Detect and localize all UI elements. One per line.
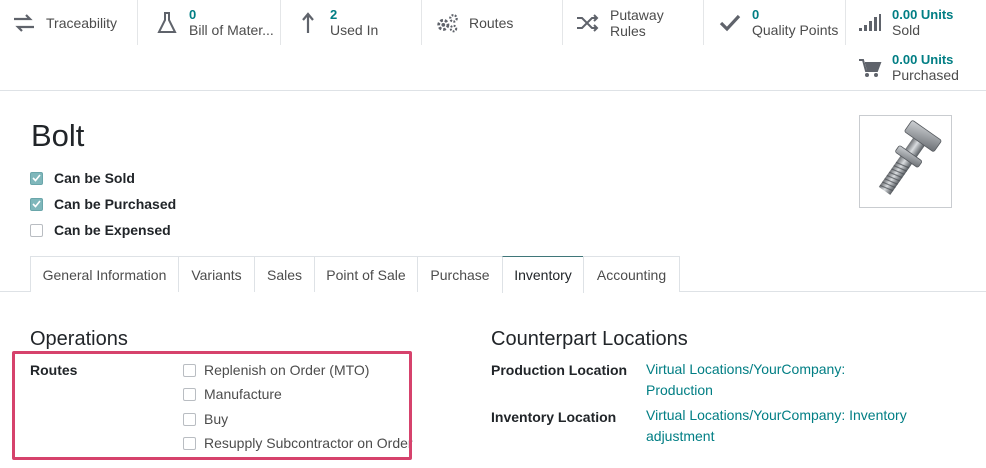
used-in-button[interactable]: 2 Used In [281,0,422,45]
cogs-icon [435,11,459,35]
counterpart-locations-title: Counterpart Locations [491,328,688,350]
checkbox-label: Can be Purchased [54,196,177,212]
can-be-sold-checkbox[interactable]: Can be Sold [30,169,135,187]
checkbox-label: Can be Sold [54,170,135,186]
route-resupply-subcontractor[interactable]: Resupply Subcontractor on Order [183,434,413,452]
production-location-label: Production Location [491,362,628,378]
checkbox-checked[interactable] [30,197,43,211]
checkbox-unchecked[interactable] [183,412,196,426]
level-up-icon [296,11,320,35]
putaway-label-line2: Rules [610,22,646,39]
sold-label: Sold [892,22,921,38]
bom-label: Bill of Mater... [189,22,274,38]
notebook-tabs: General Information Variants Sales Point… [0,256,986,293]
putaway-label-line1: Putaway [610,6,664,23]
checkbox-label: Can be Expensed [54,222,171,238]
product-name[interactable]: Bolt [31,118,84,154]
sold-button[interactable]: 0.00 Units Sold [846,0,986,45]
random-icon [576,11,600,35]
tab-inventory[interactable]: Inventory [502,256,584,293]
checkbox-unchecked[interactable] [30,223,43,237]
purchased-value: 0.00 Units [892,52,954,67]
tab-variants[interactable]: Variants [178,256,255,292]
routes-button[interactable]: Routes [422,0,563,45]
quality-label: Quality Points [752,22,839,38]
operations-title: Operations [30,328,128,350]
used-in-label: Used In [330,22,379,38]
route-label: Resupply Subcontractor on Order [204,435,413,451]
production-location-line1: Virtual Locations/YourCompany: [646,361,846,377]
checkbox-checked[interactable] [30,171,43,185]
tab-sales[interactable]: Sales [254,256,315,292]
checkbox-unchecked[interactable] [183,387,196,401]
tab-general-information[interactable]: General Information [30,256,179,292]
purchased-label: Purchased [892,67,959,83]
routes-label: Routes [469,14,514,31]
quality-count: 0 [752,7,760,22]
production-location-link[interactable]: Virtual Locations/YourCompany: Productio… [646,359,845,401]
inventory-location-line2: adjustment [646,428,715,444]
traceability-label: Traceability [46,14,118,31]
tab-purchase[interactable]: Purchase [417,256,503,292]
production-location-line2: Production [646,382,713,398]
inventory-location-link[interactable]: Virtual Locations/YourCompany: Inventory… [646,405,907,447]
route-buy[interactable]: Buy [183,410,228,428]
inventory-location-line1: Virtual Locations/YourCompany: Inventory [646,407,907,423]
putaway-rules-button[interactable]: Putaway Rules [563,0,704,45]
quality-points-button[interactable]: 0 Quality Points [704,0,846,45]
signal-icon [858,11,882,35]
route-manufacture[interactable]: Manufacture [183,385,282,403]
product-image[interactable] [859,115,952,208]
tab-point-of-sale[interactable]: Point of Sale [314,256,418,292]
route-label: Manufacture [204,386,282,402]
can-be-expensed-checkbox[interactable]: Can be Expensed [30,221,171,239]
traceability-button[interactable]: Traceability [0,0,138,45]
can-be-purchased-checkbox[interactable]: Can be Purchased [30,195,176,213]
route-label: Buy [204,411,229,427]
checkbox-unchecked[interactable] [183,436,196,450]
check-icon [718,11,742,35]
purchased-button[interactable]: 0.00 Units Purchased [846,45,986,90]
routes-field-label: Routes [30,362,78,378]
flask-icon [155,11,179,35]
route-replenish-on-order[interactable]: Replenish on Order (MTO) [183,361,369,379]
sold-value: 0.00 Units [892,7,954,22]
shopping-cart-icon [858,56,882,80]
used-in-count: 2 [330,7,338,22]
bom-count: 0 [189,7,197,22]
tab-accounting[interactable]: Accounting [583,256,680,292]
arrows-exchange-icon [12,11,36,35]
smart-buttons-bar: Traceability 0 Bill of Mater... 2 Used I… [0,0,986,91]
inventory-location-label: Inventory Location [491,409,617,425]
route-label: Replenish on Order (MTO) [204,362,370,378]
bom-button[interactable]: 0 Bill of Mater... [138,0,281,45]
checkbox-unchecked[interactable] [183,363,196,377]
bolt-image [878,119,941,195]
